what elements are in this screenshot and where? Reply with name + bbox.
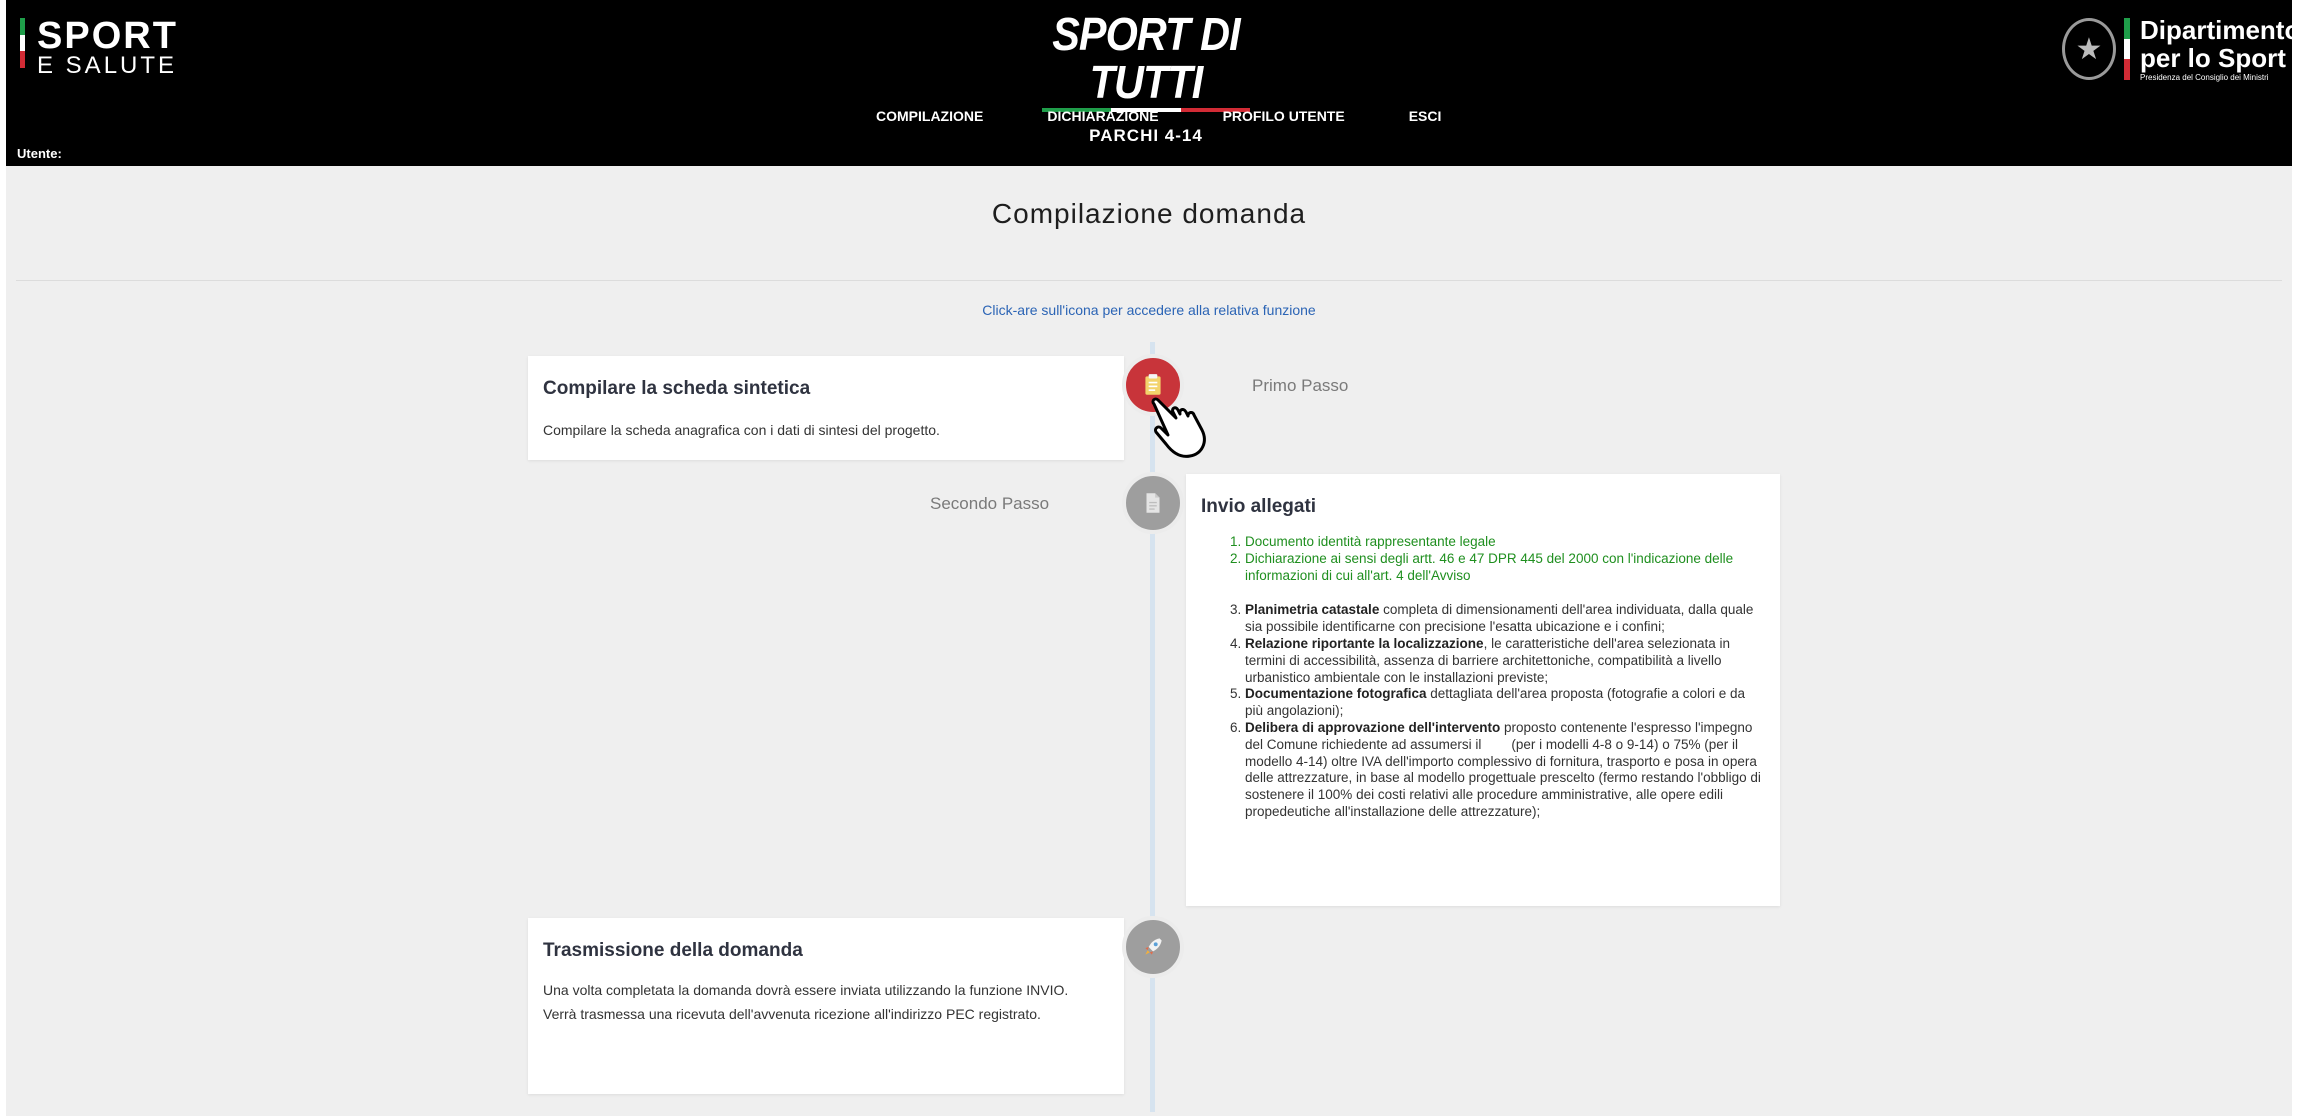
attachments-list: Documento identità rappresentante legale… [1245, 534, 1765, 821]
step2-button[interactable] [1122, 472, 1184, 534]
step3-title: Trasmissione della domanda [543, 940, 803, 961]
page-frame: SPORT E SALUTE SPORT DI TUTTI PARCHI 4-1… [6, 0, 2298, 1116]
step1-label: Primo Passo [1252, 376, 1349, 395]
tricolor-bar-icon [20, 18, 25, 69]
brand-title: SPORT DI TUTTI [1052, 8, 1240, 108]
list-item: Relazione riportante la localizzazione, … [1245, 636, 1765, 686]
dep-line1: Dipartimento [2140, 15, 2298, 45]
nav-compilazione[interactable]: COMPILAZIONE [876, 108, 983, 124]
nav-esci[interactable]: ESCI [1409, 108, 1442, 124]
dep-line2: per lo Sport [2140, 43, 2286, 73]
step2-title: Invio allegati [1201, 496, 1317, 517]
list-item: Planimetria catastale completa di dimens… [1245, 602, 1765, 636]
nav-profilo-utente[interactable]: PROFILO UTENTE [1223, 108, 1345, 124]
list-item: Delibera di approvazione dell'intervento… [1245, 720, 1765, 821]
divider [16, 280, 2282, 281]
page-title: Compilazione domanda [991, 198, 1307, 229]
logo-left-line2: E SALUTE [37, 52, 178, 79]
step3-card: Trasmissione della domanda Una volta com… [528, 918, 1124, 1094]
dipartimento-sport-logo[interactable]: ★ Dipartimento per lo Sport Presidenza d… [2062, 16, 2298, 82]
list-item: Dichiarazione ai sensi degli artt. 46 e … [1245, 551, 1765, 585]
logo-left-line1: SPORT [37, 15, 178, 57]
step3-button[interactable] [1122, 916, 1184, 978]
document-icon [1146, 493, 1160, 513]
nav-dichiarazione[interactable]: DICHIARAZIONE [1047, 108, 1158, 124]
main-nav: COMPILAZIONE DICHIARAZIONE PROFILO UTENT… [876, 108, 1441, 124]
hand-pointer-icon [1151, 397, 1206, 458]
rocket-icon [1145, 938, 1162, 955]
dep-line3: Presidenza del Consiglio dei Ministri [2140, 73, 2269, 82]
sport-di-tutti-logo: SPORT DI TUTTI PARCHI 4-14 [1036, 10, 1256, 146]
list-item: Documento identità rappresentante legale [1245, 534, 1765, 551]
step2-label: Secondo Passo [930, 494, 1050, 513]
step1-text: Compilare la scheda anagrafica con i dat… [543, 422, 940, 438]
sport-e-salute-logo[interactable]: SPORT E SALUTE [20, 15, 178, 79]
brand-subtitle: PARCHI 4-14 [1089, 126, 1203, 145]
list-item: Documentazione fotografica dettagliata d… [1245, 686, 1765, 720]
step1-card: Compilare la scheda sintetica Compilare … [528, 356, 1124, 460]
header: SPORT E SALUTE SPORT DI TUTTI PARCHI 4-1… [6, 0, 2298, 166]
tricolor-bar-icon [2124, 18, 2130, 81]
republic-emblem-icon: ★ [2062, 18, 2116, 80]
step3-text1: Una volta completata la domanda dovrà es… [543, 982, 1069, 998]
step3-text2: Verrà trasmessa una ricevuta dell'avvenu… [543, 1006, 1041, 1022]
hint-text: Click-are sull'icona per accedere alla r… [982, 302, 1316, 318]
step1-title: Compilare la scheda sintetica [543, 378, 811, 399]
step2-card: Invio allegati Documento identità rappre… [1186, 474, 1780, 906]
user-label: Utente: [17, 146, 62, 161]
